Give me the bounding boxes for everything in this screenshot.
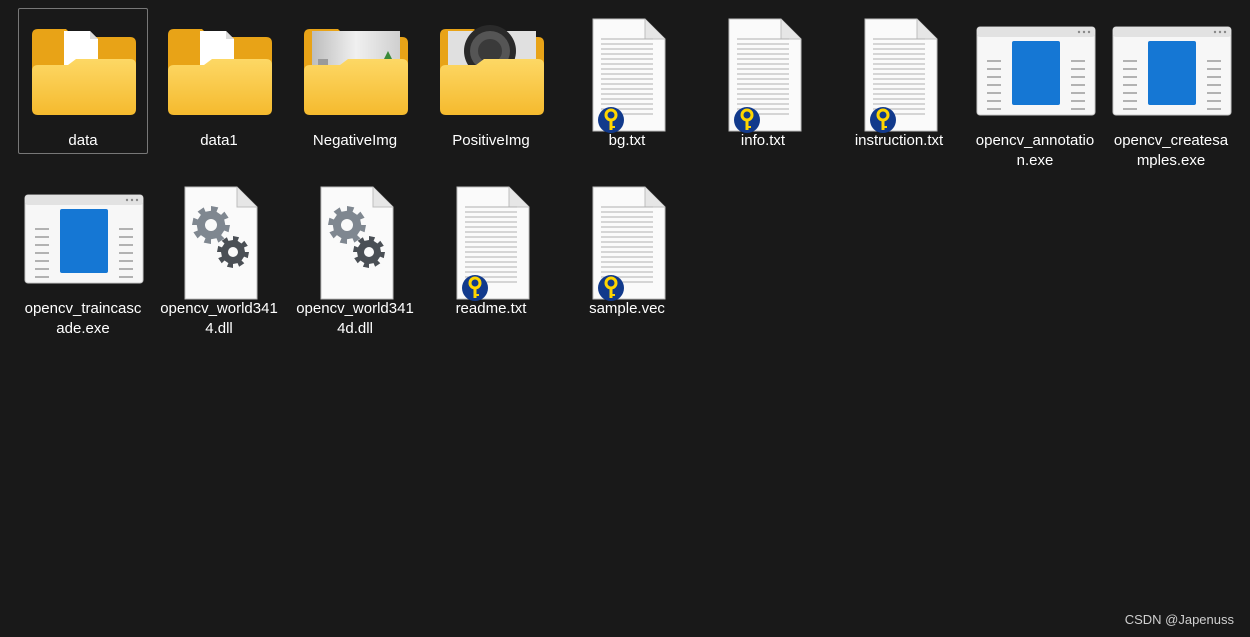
file-name-label: sample.vec [589, 300, 665, 317]
file-name-label: opencv_world3414d.dll [296, 300, 414, 337]
application-icon [19, 177, 149, 289]
file-name-label: data1 [200, 132, 238, 149]
file-item[interactable]: opencv_annotation.exe [970, 8, 1101, 169]
application-icon [971, 9, 1101, 121]
text-file-icon [563, 9, 693, 133]
file-name-label: opencv_annotation.exe [975, 132, 1095, 169]
file-grid: data data1 NegativeImg PositiveImg bg.tx… [0, 0, 1250, 637]
folder-icon [291, 9, 421, 121]
text-file-icon [427, 177, 557, 301]
file-item[interactable]: readme.txt [426, 176, 556, 322]
dll-file-icon [291, 177, 421, 300]
folder-item[interactable]: data1 [154, 8, 284, 154]
folder-item[interactable]: PositiveImg [426, 8, 556, 154]
folder-icon [155, 9, 285, 121]
file-item[interactable]: opencv_createsamples.exe [1106, 8, 1237, 169]
file-name-label: opencv_world3414.dll [160, 300, 278, 337]
file-item[interactable]: bg.txt [562, 8, 692, 154]
folder-icon [427, 9, 557, 121]
file-item[interactable]: opencv_world3414.dll [154, 176, 285, 337]
text-file-icon [835, 9, 965, 133]
file-name-label: opencv_traincascade.exe [24, 300, 142, 337]
file-item[interactable]: sample.vec [562, 176, 692, 322]
key-badge-icon [598, 107, 624, 133]
folder-item[interactable]: data [18, 8, 148, 154]
file-name-label: info.txt [740, 132, 786, 149]
key-badge-icon [870, 107, 896, 133]
text-file-icon [563, 177, 693, 301]
key-badge-icon [462, 275, 488, 301]
file-name-label: opencv_createsamples.exe [1113, 132, 1229, 169]
file-item[interactable]: instruction.txt [834, 8, 964, 154]
file-name-label: data [68, 132, 98, 149]
dll-file-icon [155, 177, 285, 300]
file-item[interactable]: opencv_world3414d.dll [290, 176, 421, 337]
folder-icon [19, 9, 149, 121]
key-badge-icon [734, 107, 760, 133]
key-badge-icon [598, 275, 624, 301]
file-name-label: readme.txt [455, 300, 527, 317]
file-name-label: bg.txt [608, 132, 646, 149]
file-item[interactable]: opencv_traincascade.exe [18, 176, 149, 337]
file-name-label: instruction.txt [854, 132, 944, 149]
file-name-label: PositiveImg [452, 132, 530, 149]
application-icon [1107, 9, 1237, 121]
file-name-label: NegativeImg [312, 132, 398, 149]
folder-item[interactable]: NegativeImg [290, 8, 420, 154]
file-item[interactable]: info.txt [698, 8, 828, 154]
watermark: CSDN @Japenuss [1124, 612, 1234, 627]
text-file-icon [699, 9, 829, 133]
